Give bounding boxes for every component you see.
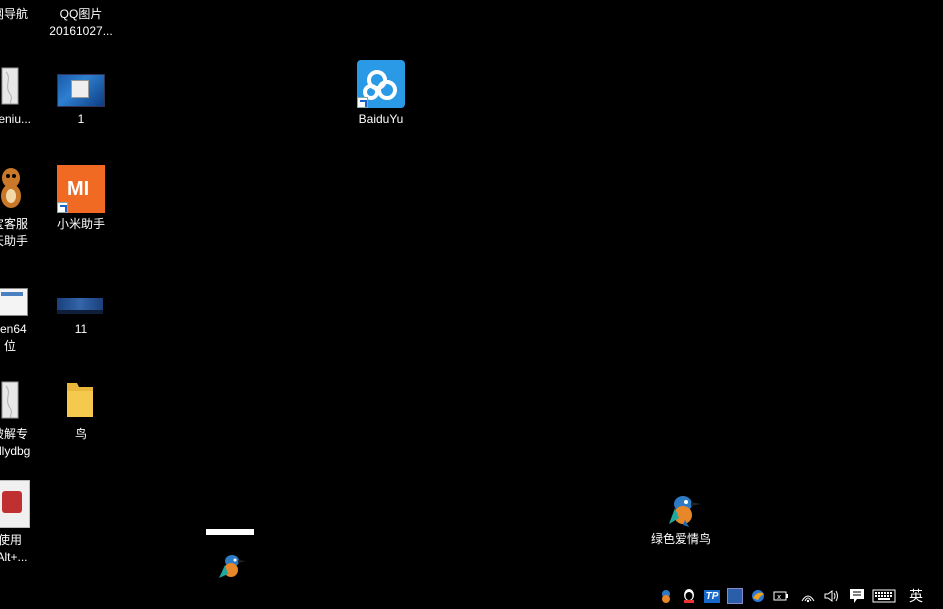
battery-icon[interactable]: x (771, 586, 791, 606)
qq-icon[interactable] (679, 586, 699, 606)
icon-label: BaiduYu (358, 112, 404, 126)
screenshot-thumbnail-icon (57, 74, 105, 107)
white-bar (206, 529, 254, 535)
app-tool-icon (0, 480, 30, 528)
icon-label: 1 (77, 112, 85, 126)
keyboard-icon[interactable] (871, 586, 897, 606)
bird-tray-icon[interactable] (656, 586, 676, 606)
icon-label: 11 (74, 322, 88, 336)
wifi-icon[interactable] (798, 586, 818, 606)
shortcut-arrow-icon (57, 202, 68, 213)
shield-icon[interactable] (725, 586, 745, 606)
icon-label: 使用 -Alt+... (0, 533, 28, 564)
icon-label: 鸟 (74, 427, 87, 441)
notification-icon[interactable] (847, 586, 867, 606)
icon-label: 绿色爱情鸟 (650, 532, 711, 546)
tp-icon[interactable]: TP (702, 586, 722, 606)
ime-indicator[interactable]: 英 (905, 586, 927, 606)
mascot-icon (0, 166, 24, 210)
xiaomi-icon: MI (57, 165, 105, 213)
folder-icon (65, 379, 95, 419)
icon-label: QQ图片 20161027... (49, 7, 113, 38)
screenshot-thumbnail-icon (0, 288, 28, 316)
kingfisher-bird-icon (665, 490, 705, 528)
volume-icon[interactable] (821, 586, 841, 606)
document-icon (0, 380, 22, 420)
svg-text:x: x (777, 593, 781, 601)
floating-bird-icon[interactable] (216, 550, 248, 582)
screenshot-thumbnail-icon (57, 298, 103, 314)
system-tray: TP x 英 (662, 583, 943, 609)
shortcut-arrow-icon (357, 97, 368, 108)
baidu-cloud-icon (357, 60, 405, 108)
fire-icon[interactable] (748, 586, 768, 606)
icon-label: 小米助手 (56, 217, 105, 231)
document-icon (0, 66, 22, 106)
